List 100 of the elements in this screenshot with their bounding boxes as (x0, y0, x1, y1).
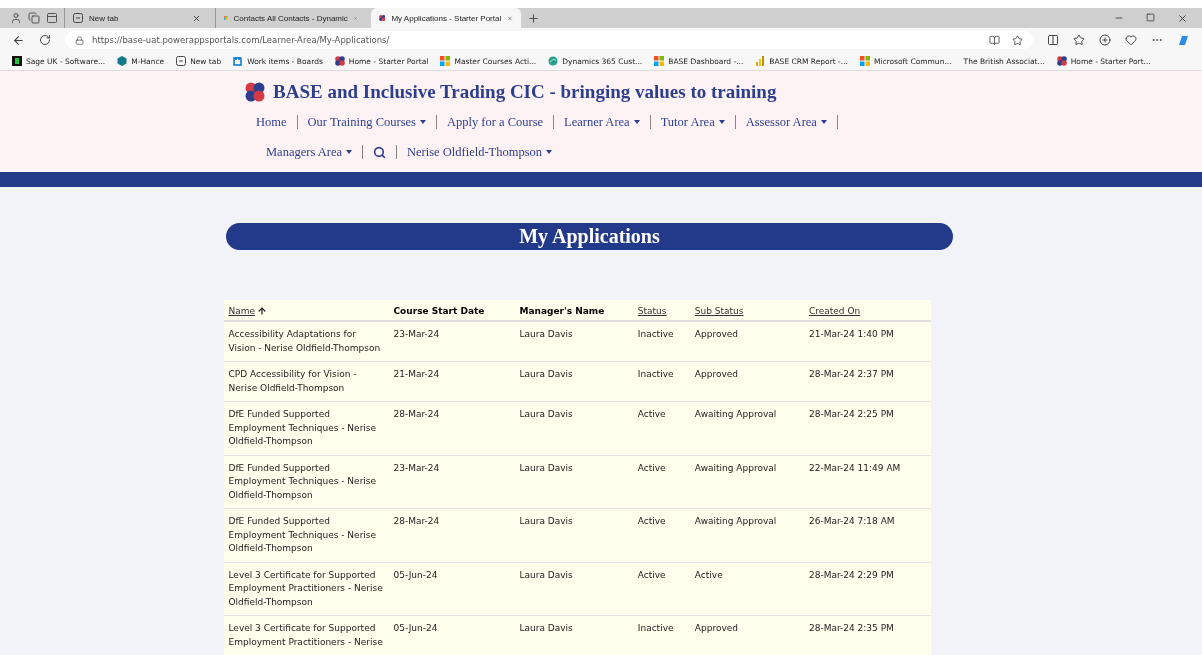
hexagon-icon (117, 56, 128, 66)
restore-icon[interactable] (1146, 12, 1155, 22)
table-cell: Level 3 Certificate for Supported Employment Practitioners - Nerise (228, 623, 383, 647)
table-cell: 21-Mar-24 1:40 PM (808, 329, 894, 339)
table-cell: Inactive (637, 329, 674, 339)
nav-dropdown[interactable]: Tutor Area (650, 113, 735, 131)
tab-actions-icon[interactable] (46, 12, 58, 24)
new-tab-icon[interactable] (527, 11, 540, 25)
column-header-link[interactable]: Name (228, 306, 268, 316)
favorites-icon[interactable] (1073, 34, 1085, 46)
reload-icon[interactable] (39, 34, 51, 46)
table-cell: 28-Mar-24 2:35 PM (808, 623, 894, 633)
copilot-icon[interactable] (1177, 33, 1190, 47)
read-aloud-icon[interactable] (989, 34, 1000, 46)
windows-logo-icon (224, 13, 228, 23)
windows-logo-icon (440, 56, 451, 66)
nav-dropdown[interactable]: Managers Area (256, 143, 362, 161)
nav-dropdown[interactable]: Learner Area (554, 113, 650, 131)
table-cell: 22-Mar-24 11:49 AM (808, 462, 901, 473)
logo-icon (379, 13, 386, 23)
board-icon (233, 56, 244, 66)
logo-icon (1056, 56, 1067, 66)
split-screen-icon[interactable] (1047, 34, 1059, 46)
column-header-link[interactable]: Status (637, 306, 667, 316)
heart-icon[interactable] (1125, 34, 1137, 46)
sort-arrow-icon (257, 306, 268, 316)
table-cell: Inactive (637, 369, 674, 379)
table-cell: Laura Davis (519, 623, 573, 633)
workspaces-icon[interactable] (28, 12, 40, 24)
caret-icon (820, 120, 827, 124)
table-cell: Approved (694, 329, 738, 339)
nav-link[interactable]: Home (256, 113, 297, 131)
table-cell: Level 3 Certificate for Supported Employment Practitioners - Nerise Oldfield-Thompson (228, 569, 383, 607)
caret-icon (346, 150, 352, 154)
table-cell: 21-Mar-24 (393, 369, 440, 379)
favorite-icon[interactable] (1012, 34, 1023, 46)
search-icon (373, 145, 386, 159)
table-cell: Approved (694, 623, 738, 633)
table-cell: 26-Mar-24 7:18 AM (808, 516, 895, 526)
table-cell: Inactive (637, 623, 674, 633)
close-icon[interactable] (1177, 12, 1188, 24)
table-cell: Accessibility Adaptations for Vision - Nerise Oldfield-Thompson (228, 329, 381, 353)
globe-icon (548, 56, 559, 66)
column-header-link[interactable]: Created On (808, 306, 861, 316)
page-icon (176, 56, 187, 66)
url-text: https://base-uat.powerappsportals.com/Learner-Area/My-Applications/ (92, 35, 390, 45)
table-cell: DfE Funded Supported Employment Techniques - Nerise Oldfield-Thompson (228, 462, 377, 500)
square-logo-icon (12, 56, 22, 66)
back-icon[interactable] (12, 33, 25, 47)
column-header: Course Start Date (393, 306, 485, 316)
address-bar[interactable]: https://base-uat.powerappsportals.com/Learner-Area/My-Applications/ (65, 31, 1033, 49)
nav-dropdown[interactable]: Our Training Courses (297, 113, 436, 131)
table-cell: Laura Davis (519, 369, 573, 379)
browser-tab[interactable]: My Applications - Starter Portal (371, 8, 521, 28)
table-cell: Active (637, 569, 666, 580)
table-cell: Awaiting Approval (694, 462, 777, 473)
table-cell: 23-Mar-24 (393, 462, 440, 473)
table-cell: Laura Davis (519, 516, 573, 526)
table-cell: Laura Davis (519, 329, 573, 339)
table-cell: Laura Davis (519, 462, 573, 473)
table-cell: 28-Mar-24 2:25 PM (808, 409, 894, 419)
logo-icon (245, 82, 265, 102)
caret-icon (419, 120, 426, 124)
table-cell: Active (637, 409, 666, 419)
table-cell: 23-Mar-24 (393, 329, 440, 339)
table-cell: Active (637, 462, 666, 473)
lock-icon (75, 35, 84, 45)
nav-dropdown[interactable]: Assessor Area (735, 113, 837, 131)
table-cell: Approved (694, 369, 738, 379)
close-icon[interactable] (192, 13, 201, 23)
column-header-link[interactable]: Sub Status (694, 306, 744, 316)
windows-logo-icon (859, 56, 870, 66)
table-cell: Awaiting Approval (694, 516, 777, 526)
table-cell: Awaiting Approval (694, 409, 777, 419)
table-cell: Active (637, 516, 666, 526)
caret-icon (546, 150, 553, 154)
table-cell: 28-Mar-24 (393, 409, 440, 419)
profile-icon[interactable] (10, 12, 22, 24)
table-cell: Laura Davis (519, 409, 573, 419)
table-cell: 28-Mar-24 2:37 PM (808, 369, 894, 379)
nav-link[interactable]: Apply for a Course (436, 113, 554, 131)
caret-icon (718, 120, 725, 124)
table-cell: Laura Davis (519, 569, 573, 580)
site-title: BASE and Inclusive Trading CIC - bringing values to training (273, 81, 777, 103)
page-title: My Applications (519, 225, 660, 248)
logo-icon (334, 56, 345, 66)
table-cell: 05-Jun-24 (393, 569, 438, 580)
nav-dropdown[interactable]: Nerise Oldfield-Thompson (397, 143, 563, 161)
table-cell: 05-Jun-24 (393, 623, 438, 633)
collections-icon[interactable] (1099, 34, 1111, 46)
table-cell: 28-Mar-24 2:29 PM (808, 569, 894, 580)
windows-logo-icon (654, 56, 665, 66)
table-cell: Active (694, 569, 723, 580)
bar-chart-icon (755, 56, 766, 66)
table-cell: DfE Funded Supported Employment Techniques - Nerise Oldfield-Thompson (228, 409, 377, 446)
column-header: Manager's Name (519, 306, 605, 316)
table-cell: 28-Mar-24 (393, 516, 440, 526)
table-cell: CPD Accessibility for Vision - Nerise Oldfield-Thompson (228, 369, 357, 393)
table-cell: DfE Funded Supported Employment Techniques - Nerise Oldfield-Thompson (228, 516, 377, 553)
caret-icon (633, 120, 640, 124)
